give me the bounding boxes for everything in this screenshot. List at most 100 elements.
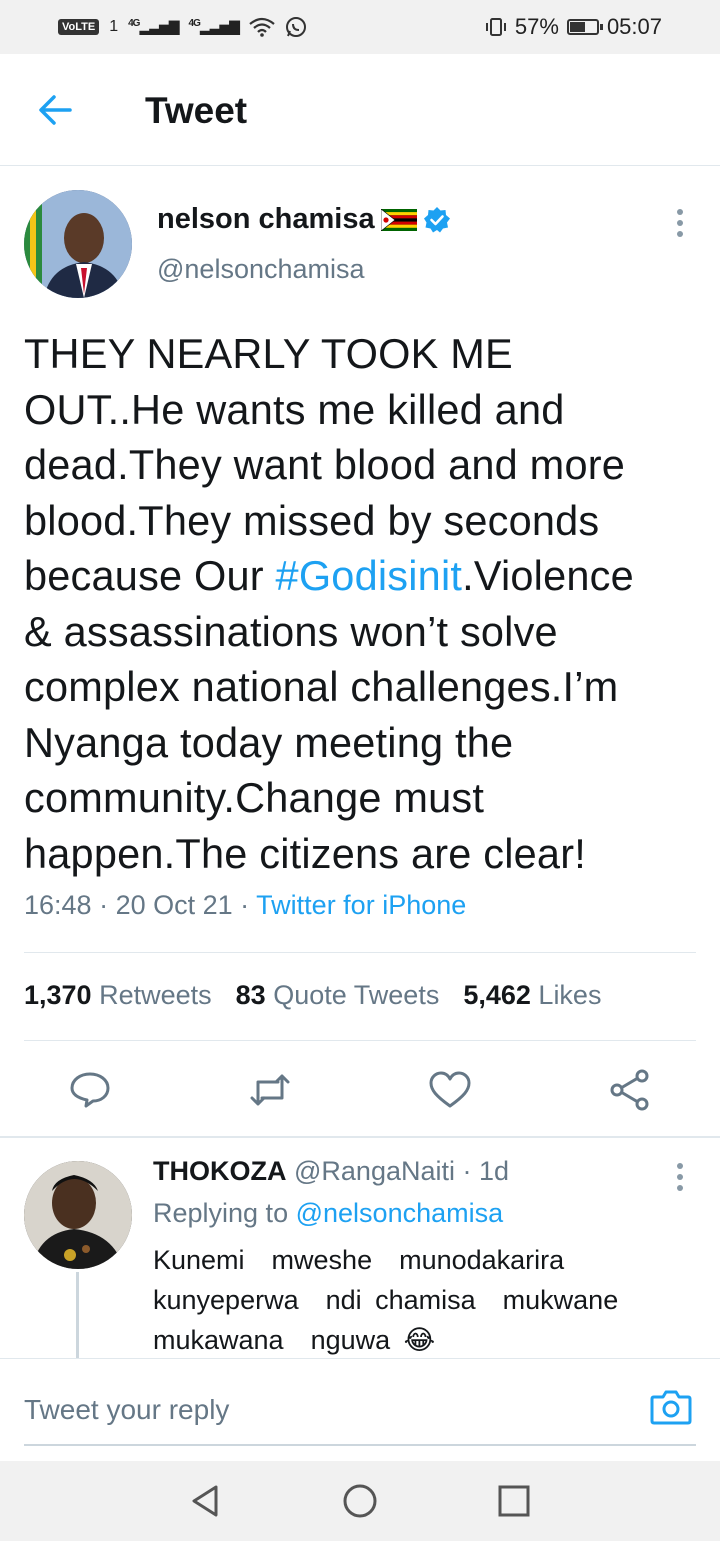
tweet-text-segment: because Our xyxy=(24,552,276,599)
replying-to-handle[interactable]: @nelsonchamisa xyxy=(296,1198,504,1228)
retweet-button[interactable] xyxy=(248,1068,292,1112)
signal-2-icon: 4G▂▃▅▇ xyxy=(188,18,240,35)
tweet-source-link[interactable]: Twitter for iPhone xyxy=(256,890,466,920)
author-avatar[interactable] xyxy=(24,190,132,298)
tweet-text-segment: THEY NEARLY TOOK ME xyxy=(24,330,513,377)
tweet-text-line: because Our #Godisinit.Violence xyxy=(24,548,696,604)
camera-button[interactable] xyxy=(650,1388,692,1426)
tweet-text-segment: OUT..He wants me killed and xyxy=(24,385,565,433)
wifi-icon xyxy=(249,17,275,37)
quotes-count: 83 xyxy=(235,980,266,1010)
more-vertical-icon xyxy=(670,209,690,237)
network-type-2: 4G xyxy=(188,18,201,30)
divider xyxy=(24,1040,696,1041)
back-arrow-icon xyxy=(39,95,72,125)
author-name[interactable]: nelson chamisa xyxy=(157,203,451,236)
vibrate-icon xyxy=(485,18,506,36)
tweet-time: 16:48 xyxy=(24,890,92,920)
status-bar-left: VoLTE 1 4G▂▃▅▇ 4G▂▃▅▇ xyxy=(58,16,307,38)
dot xyxy=(677,1163,683,1169)
thread-line xyxy=(76,1272,79,1358)
reply-text-line-3: mukawana nguwa 😂 xyxy=(153,1320,673,1360)
sim-slot: 1 xyxy=(109,18,119,35)
reply-text-line: mukawana nguwa xyxy=(153,1325,391,1355)
tweet-text-segment: Nyanga today meeting the xyxy=(24,718,514,766)
tweet-date: 20 Oct 21 xyxy=(115,890,233,920)
author-avatar-image xyxy=(24,190,132,298)
tweet-text-segment: complex national challenges.I’m xyxy=(24,663,619,710)
status-bar-right: 57% 05:07 xyxy=(485,14,662,40)
laughing-emoji: 😂 xyxy=(403,1325,436,1355)
app-header: Tweet xyxy=(0,54,720,166)
tweet-text-line: THEY NEARLY TOOK ME xyxy=(24,326,696,382)
reply-more-button[interactable] xyxy=(670,1160,690,1192)
dot xyxy=(677,209,683,215)
reply-compose-bar[interactable]: Tweet your reply xyxy=(24,1360,696,1446)
tweet-text-segment: & assassinations won’t solve xyxy=(24,607,558,655)
reply-age: 1d xyxy=(479,1156,510,1186)
dot xyxy=(677,220,683,226)
tweet-text-line: complex national challenges.I’m xyxy=(24,659,696,715)
zimbabwe-flag-icon xyxy=(380,208,417,231)
reply-author-name[interactable]: THOKOZA xyxy=(153,1156,286,1186)
nav-back-icon xyxy=(192,1485,218,1517)
retweets-stat[interactable]: 1,370 Retweets xyxy=(24,980,212,1011)
hashtag-link[interactable]: #Godisinit xyxy=(276,552,463,599)
tweet-text-line: dead.They want blood and more xyxy=(24,437,696,493)
dot xyxy=(677,1185,683,1191)
likes-label: Likes xyxy=(538,980,602,1010)
divider xyxy=(24,952,696,953)
replying-to: Replying to @nelsonchamisa xyxy=(153,1198,503,1229)
tweet-more-button[interactable] xyxy=(670,206,690,238)
volte-badge: VoLTE xyxy=(58,19,100,35)
share-icon xyxy=(610,1069,649,1111)
reply-text-line: kunyeperwa ndi chamisa mukwane xyxy=(153,1285,619,1315)
reply-avatar[interactable] xyxy=(24,1161,132,1269)
reply-header: THOKOZA @RangaNaiti · 1d xyxy=(153,1156,510,1186)
reply-input-placeholder[interactable]: Tweet your reply xyxy=(24,1394,229,1426)
author-handle[interactable]: @nelsonchamisa xyxy=(157,254,365,285)
tweet-text-line: OUT..He wants me killed and xyxy=(24,382,696,438)
nav-home-icon xyxy=(343,1484,377,1518)
quote-tweets-stat[interactable]: 83 Quote Tweets xyxy=(236,980,440,1011)
tweet-text-line: blood.They missed by seconds xyxy=(24,493,696,549)
tweet-text: THEY NEARLY TOOK ME OUT..He wants me kill… xyxy=(24,326,696,881)
tweet-text-segment: dead.They want blood and more xyxy=(24,441,626,488)
tweet-text-segment: community.Change must xyxy=(24,774,485,821)
tweet-text-segment: .Violence xyxy=(462,552,634,599)
like-button[interactable] xyxy=(428,1068,472,1112)
replying-to-label: Replying to xyxy=(153,1198,289,1228)
battery-fill xyxy=(569,22,585,32)
reply-text-line: Kunemi mweshe munodakarira xyxy=(153,1245,565,1275)
whatsapp-icon xyxy=(285,17,306,37)
nav-recents-button[interactable] xyxy=(494,1481,534,1521)
compose-divider xyxy=(0,1358,720,1359)
status-bar: VoLTE 1 4G▂▃▅▇ 4G▂▃▅▇ 57% 05:07 xyxy=(0,0,720,54)
verified-badge-icon xyxy=(423,206,450,232)
nav-back-button[interactable] xyxy=(186,1481,226,1521)
nav-recents-icon xyxy=(498,1485,530,1517)
back-button[interactable] xyxy=(34,90,78,130)
reply-avatar-image xyxy=(24,1161,132,1269)
tweet-text-line: community.Change must xyxy=(24,770,696,826)
retweets-label: Retweets xyxy=(99,980,212,1010)
reply-button[interactable] xyxy=(68,1068,112,1112)
share-button[interactable] xyxy=(608,1068,652,1112)
reply-author-handle[interactable]: @RangaNaiti xyxy=(294,1156,455,1186)
author-name-text: nelson chamisa xyxy=(157,203,375,235)
tweet-actions xyxy=(0,1064,720,1116)
likes-stat[interactable]: 5,462 Likes xyxy=(463,980,601,1011)
reply-icon xyxy=(70,1072,110,1108)
page-title: Tweet xyxy=(145,90,248,131)
network-type-1: 4G xyxy=(128,18,140,30)
retweet-icon xyxy=(250,1074,290,1106)
like-icon xyxy=(429,1071,471,1108)
tweet-text-line: happen.The citizens are clear! xyxy=(24,826,696,882)
tweet-text-line: & assassinations won’t solve xyxy=(24,604,696,660)
signal-1-icon: 4G▂▃▅▇ xyxy=(128,18,179,35)
tweet-meta: 16:48 · 20 Oct 21 · Twitter for iPhone xyxy=(24,890,467,920)
tweet-text-segment: blood.They missed by seconds xyxy=(24,496,600,544)
tweet-stats: 1,370 Retweets 83 Quote Tweets 5,462 Lik… xyxy=(24,980,601,1011)
tweet-text-segment: happen.The citizens are clear! xyxy=(24,829,586,877)
nav-home-button[interactable] xyxy=(340,1481,380,1521)
